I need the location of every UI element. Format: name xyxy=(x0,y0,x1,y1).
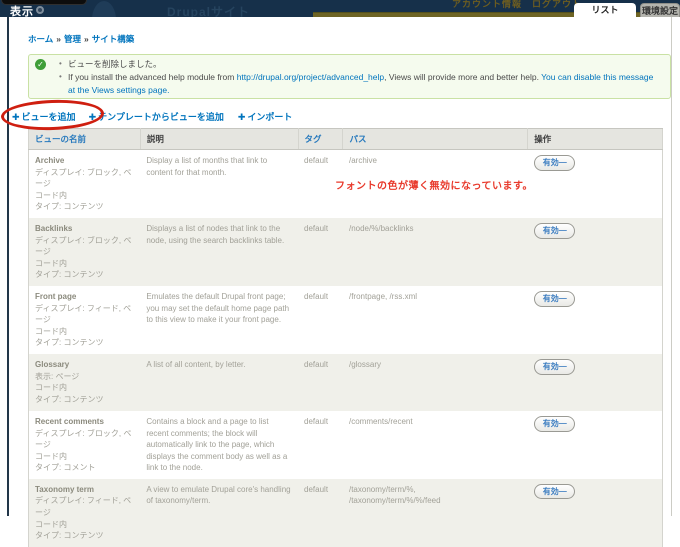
view-type: タイプ: コンテンツ xyxy=(35,269,134,281)
breadcrumb: ホーム»管理»サイト構築 xyxy=(28,33,134,45)
status-message-item: • ビューを削除しました。 xyxy=(59,58,654,71)
status-message-item: • If you install the advanced help module… xyxy=(59,71,654,97)
add-icon: ✚ xyxy=(238,112,246,122)
view-name: Glossary xyxy=(35,359,134,371)
dropdown-dash-icon: — xyxy=(559,419,567,428)
enable-button[interactable]: 有効— xyxy=(534,223,575,239)
overlay-right-edge xyxy=(671,17,672,516)
enable-button[interactable]: 有効— xyxy=(534,484,575,500)
account-info-link[interactable]: アカウント情報 xyxy=(452,0,522,9)
drupal-logo-icon xyxy=(92,1,116,17)
view-description: A list of all content, by letter. xyxy=(140,354,298,411)
bullet-icon: • xyxy=(59,58,62,70)
view-description: Display a list of months that link to co… xyxy=(140,150,298,218)
enable-button[interactable]: 有効— xyxy=(534,416,575,432)
import-link[interactable]: インポート xyxy=(247,112,292,122)
view-displays: ディスプレイ: ブロック, ページ xyxy=(35,235,134,258)
view-storage: コード内 xyxy=(35,190,134,202)
view-tag: default xyxy=(298,354,343,411)
view-displays: ディスプレイ: フィード, ページ xyxy=(35,495,134,518)
add-view-link[interactable]: ビューを追加 xyxy=(22,112,76,122)
account-menu: アカウント情報ログアウト xyxy=(452,0,592,10)
view-tag: default xyxy=(298,479,343,547)
view-displays: ディスプレイ: ブロック, ページ xyxy=(35,428,134,451)
red-note-annotation: フォントの色が薄く無効になっています。 xyxy=(335,177,533,192)
column-header-tag[interactable]: タグ xyxy=(298,129,343,150)
view-storage: コード内 xyxy=(35,258,134,270)
column-header-path[interactable]: パス xyxy=(343,129,528,150)
column-header-operations: 操作 xyxy=(528,129,663,150)
view-description: Emulates the default Drupal front page; … xyxy=(140,286,298,354)
view-path: /frontpage, /rss.xml xyxy=(343,286,528,354)
table-row: Glossary 表示: ページ コード内 タイプ: コンテンツ A list … xyxy=(29,354,663,411)
breadcrumb-separator: » xyxy=(56,34,61,44)
help-icon[interactable] xyxy=(36,6,44,14)
view-type: タイプ: コンテンツ xyxy=(35,201,134,213)
dropdown-dash-icon: — xyxy=(559,487,567,496)
action-links: ✚ビューを追加✚テンプレートからビューを追加✚インポート xyxy=(12,110,292,123)
breadcrumb-separator: » xyxy=(84,34,89,44)
overlay-left-edge xyxy=(7,17,9,516)
table-row: Backlinks ディスプレイ: ブロック, ページ コード内 タイプ: コン… xyxy=(29,218,663,286)
view-name: Front page xyxy=(35,291,134,303)
enable-button[interactable]: 有効— xyxy=(534,359,575,375)
status-message-text: ビューを削除しました。 xyxy=(68,59,162,69)
view-path: /node/%/backlinks xyxy=(343,218,528,286)
view-type: タイプ: コメント xyxy=(35,462,134,474)
view-storage: コード内 xyxy=(35,326,134,338)
page-title: 表示 xyxy=(10,3,34,17)
dropdown-dash-icon: — xyxy=(559,226,567,235)
breadcrumb-admin[interactable]: 管理 xyxy=(64,34,81,44)
table-row: Front page ディスプレイ: フィード, ページ コード内 タイプ: コ… xyxy=(29,286,663,354)
status-ok-icon: ✓ xyxy=(35,59,46,70)
add-icon: ✚ xyxy=(89,112,97,122)
view-tag: default xyxy=(298,411,343,479)
column-header-name[interactable]: ビューの名前 xyxy=(29,129,141,150)
view-name: Archive xyxy=(35,155,134,167)
view-name: Taxonomy term xyxy=(35,484,134,496)
advanced-help-link[interactable]: http://drupal.org/project/advanced_help xyxy=(237,72,384,82)
column-header-description: 説明 xyxy=(140,129,298,150)
view-name: Backlinks xyxy=(35,223,134,235)
view-description: A view to emulate Drupal core's handling… xyxy=(140,479,298,547)
site-name: Drupalサイト xyxy=(167,3,250,17)
view-description: Displays a list of nodes that link to th… xyxy=(140,218,298,286)
tab-settings[interactable]: 環境設定 xyxy=(640,3,680,17)
site-header: 表示 Drupalサイト アカウント情報ログアウト リスト 環境設定 xyxy=(0,0,680,17)
tab-list[interactable]: リスト xyxy=(574,3,636,17)
view-displays: ディスプレイ: ブロック, ページ xyxy=(35,167,134,190)
dropdown-dash-icon: — xyxy=(559,294,567,303)
view-tag: default xyxy=(298,286,343,354)
view-type: タイプ: コンテンツ xyxy=(35,394,134,406)
table-row: Taxonomy term ディスプレイ: フィード, ページ コード内 タイプ… xyxy=(29,479,663,547)
breadcrumb-home[interactable]: ホーム xyxy=(28,34,53,44)
table-row: Recent comments ディスプレイ: ブロック, ページ コード内 タ… xyxy=(29,411,663,479)
status-message-text: If you install the advanced help module … xyxy=(68,72,237,82)
bullet-icon: • xyxy=(59,71,62,83)
breadcrumb-structure[interactable]: サイト構築 xyxy=(92,34,135,44)
view-name: Recent comments xyxy=(35,416,134,428)
view-description: Contains a block and a page to list rece… xyxy=(140,411,298,479)
view-storage: コード内 xyxy=(35,519,134,531)
dropdown-dash-icon: — xyxy=(559,158,567,167)
view-type: タイプ: コンテンツ xyxy=(35,530,134,542)
view-storage: コード内 xyxy=(35,382,134,394)
enable-button[interactable]: 有効— xyxy=(534,291,575,307)
table-header-row: ビューの名前 説明 タグ パス 操作 xyxy=(29,129,663,150)
view-path: /taxonomy/term/%, /taxonomy/term/%/%/fee… xyxy=(343,479,528,547)
view-type: タイプ: コンテンツ xyxy=(35,337,134,349)
status-message-box: ✓ • ビューを削除しました。 • If you install the advan… xyxy=(28,54,671,99)
view-displays: ディスプレイ: フィード, ページ xyxy=(35,303,134,326)
view-path: /comments/recent xyxy=(343,411,528,479)
dropdown-dash-icon: — xyxy=(559,362,567,371)
status-message-text: , Views will provide more and better hel… xyxy=(384,72,541,82)
view-displays: 表示: ページ xyxy=(35,371,134,383)
enable-button[interactable]: 有効— xyxy=(534,155,575,171)
status-message-list: • ビューを削除しました。 • If you install the advance… xyxy=(59,58,654,98)
view-tag: default xyxy=(298,218,343,286)
view-storage: コード内 xyxy=(35,451,134,463)
view-path: /glossary xyxy=(343,354,528,411)
add-icon: ✚ xyxy=(12,112,20,122)
add-view-from-template-link[interactable]: テンプレートからビューを追加 xyxy=(98,112,224,122)
